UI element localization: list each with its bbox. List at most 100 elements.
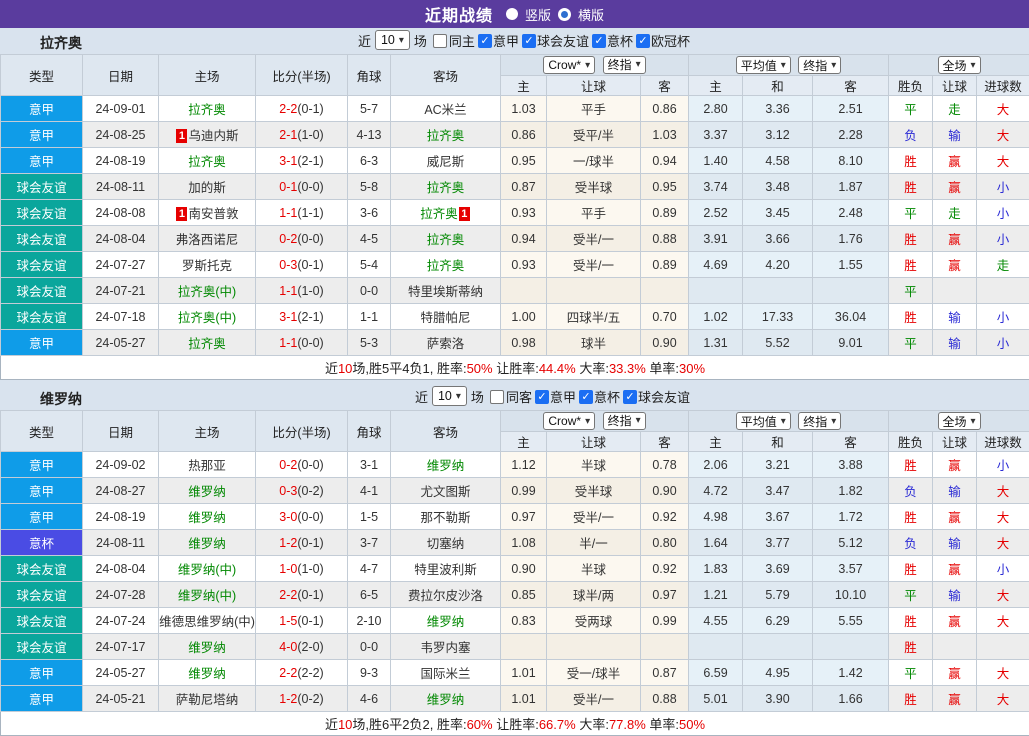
avg-draw-odds: 3.12 <box>743 122 813 148</box>
away-team: 国际米兰 <box>391 660 501 686</box>
average-select[interactable]: 平均值▾ <box>736 56 791 74</box>
avg-away-odds: 3.88 <box>813 452 889 478</box>
halftime-score: (2-1) <box>297 310 323 324</box>
horizontal-layout-radio[interactable] <box>558 8 571 21</box>
goals-result-cell: 小 <box>977 452 1029 478</box>
league-checkbox-欧冠杯[interactable]: ✓ <box>636 34 650 48</box>
fulltime-score: 2-2 <box>279 102 297 116</box>
league-checkbox-label: 意杯 <box>607 31 633 50</box>
bookmaker-final-select[interactable]: 终指▾ <box>603 56 646 74</box>
chevron-down-icon: ▾ <box>585 60 590 71</box>
avg-home-odds: 1.02 <box>689 304 743 330</box>
league-filters: ✓意甲✓意杯✓球会友谊 <box>532 387 690 406</box>
odds-home <box>501 634 547 660</box>
result-cell: 负 <box>889 530 933 556</box>
bookmaker-select[interactable]: Crow*▾ <box>543 412 595 430</box>
league-checkbox-意杯[interactable]: ✓ <box>579 390 593 404</box>
goals-result-cell: 大 <box>977 504 1029 530</box>
same-venue-checkbox[interactable] <box>433 34 447 48</box>
col-odds-line: 让球 <box>547 432 641 452</box>
avg-away-odds: 1.72 <box>813 504 889 530</box>
league-checkbox-label: 球会友谊 <box>638 387 690 406</box>
handicap-result-cell: 走 <box>933 200 977 226</box>
away-team-name: 国际米兰 <box>420 667 470 681</box>
result-cell: 胜 <box>889 686 933 712</box>
topbar: 近期战绩 竖版 横版 <box>0 0 1029 28</box>
match-date: 24-05-27 <box>83 660 159 686</box>
goals-result-cell: 小 <box>977 556 1029 582</box>
average-final-select[interactable]: 终指▾ <box>798 56 841 74</box>
handicap-result-cell <box>933 634 977 660</box>
odds-home: 0.93 <box>501 200 547 226</box>
goals-result-cell: 大 <box>977 608 1029 634</box>
avg-draw-odds: 3.36 <box>743 96 813 122</box>
fulltime-score: 0-3 <box>279 484 297 498</box>
match-row: 意甲24-08-251乌迪内斯2-1(1-0)4-13拉齐奥0.86受平/半1.… <box>1 122 1029 148</box>
near-label: 近 <box>358 31 371 50</box>
league-checkbox-意甲[interactable]: ✓ <box>478 34 492 48</box>
result-cell: 胜 <box>889 608 933 634</box>
summary-stat-value: 30% <box>679 361 705 376</box>
fulltime-select[interactable]: 全场▾ <box>938 56 981 74</box>
same-venue-checkbox[interactable] <box>490 390 504 404</box>
away-team-name: 维罗纳 <box>427 459 465 473</box>
avg-home-odds: 2.06 <box>689 452 743 478</box>
match-date: 24-08-19 <box>83 504 159 530</box>
summary-text: 近 <box>325 361 338 376</box>
result-cell: 胜 <box>889 148 933 174</box>
red-card-badge: 1 <box>176 129 187 143</box>
col-goals: 进球数 <box>977 76 1029 96</box>
horizontal-layout-label: 横版 <box>578 5 604 24</box>
handicap-result-cell: 赢 <box>933 226 977 252</box>
avg-home-odds: 4.72 <box>689 478 743 504</box>
summary-stat-value: 50% <box>679 717 705 732</box>
league-checkbox-球会友谊[interactable]: ✓ <box>522 34 536 48</box>
goals-result-cell: 小 <box>977 330 1029 356</box>
avg-draw-odds: 3.21 <box>743 452 813 478</box>
league-checkbox-意甲[interactable]: ✓ <box>535 390 549 404</box>
fulltime-score: 4-0 <box>279 640 297 654</box>
league-checkbox-意杯[interactable]: ✓ <box>592 34 606 48</box>
goals-result-cell <box>977 278 1029 304</box>
match-row: 球会友谊24-08-04维罗纳(中)1-0(1-0)4-7特里波利斯0.90半球… <box>1 556 1029 582</box>
average-final-select[interactable]: 终指▾ <box>798 412 841 430</box>
handicap-line <box>547 278 641 304</box>
away-team: 切塞纳 <box>391 530 501 556</box>
page-title: 近期战绩 <box>425 2 493 26</box>
score-cell: 0-1(0-0) <box>256 174 348 200</box>
handicap-line: 受一/球半 <box>547 660 641 686</box>
bookmaker-select[interactable]: Crow*▾ <box>543 56 595 74</box>
result-cell: 胜 <box>889 556 933 582</box>
home-team: 维德思维罗纳(中) <box>159 608 256 634</box>
match-row: 意甲24-08-19拉齐奥3-1(2-1)6-3威尼斯0.95一/球半0.941… <box>1 148 1029 174</box>
col-type: 类型 <box>1 411 83 452</box>
bookmaker-final-select[interactable]: 终指▾ <box>603 412 646 430</box>
recent-count-select[interactable]: 10▾ <box>432 386 467 406</box>
result-cell: 胜 <box>889 634 933 660</box>
result-cell: 平 <box>889 660 933 686</box>
fulltime-score: 2-1 <box>279 128 297 142</box>
home-team: 维罗纳 <box>159 478 256 504</box>
corner-score: 6-5 <box>348 582 391 608</box>
match-date: 24-08-27 <box>83 478 159 504</box>
col-type: 类型 <box>1 55 83 96</box>
handicap-line: 半/一 <box>547 530 641 556</box>
match-date: 24-09-02 <box>83 452 159 478</box>
league-checkbox-球会友谊[interactable]: ✓ <box>623 390 637 404</box>
summary-text: 让胜率: <box>493 717 539 732</box>
league-badge: 球会友谊 <box>1 304 83 330</box>
team-name: 拉齐奥 <box>40 33 82 53</box>
league-checkbox-label: 意杯 <box>594 387 620 406</box>
result-cell: 负 <box>889 478 933 504</box>
vertical-layout-radio[interactable] <box>506 8 518 20</box>
recent-count-select[interactable]: 10▾ <box>375 30 410 50</box>
handicap-result-cell: 赢 <box>933 660 977 686</box>
chevron-down-icon: ▾ <box>971 60 976 71</box>
avg-draw-odds: 3.77 <box>743 530 813 556</box>
average-select[interactable]: 平均值▾ <box>736 412 791 430</box>
league-badge: 球会友谊 <box>1 608 83 634</box>
fulltime-select[interactable]: 全场▾ <box>938 412 981 430</box>
home-team: 维罗纳(中) <box>159 556 256 582</box>
away-team: 特里波利斯 <box>391 556 501 582</box>
league-badge: 意甲 <box>1 122 83 148</box>
